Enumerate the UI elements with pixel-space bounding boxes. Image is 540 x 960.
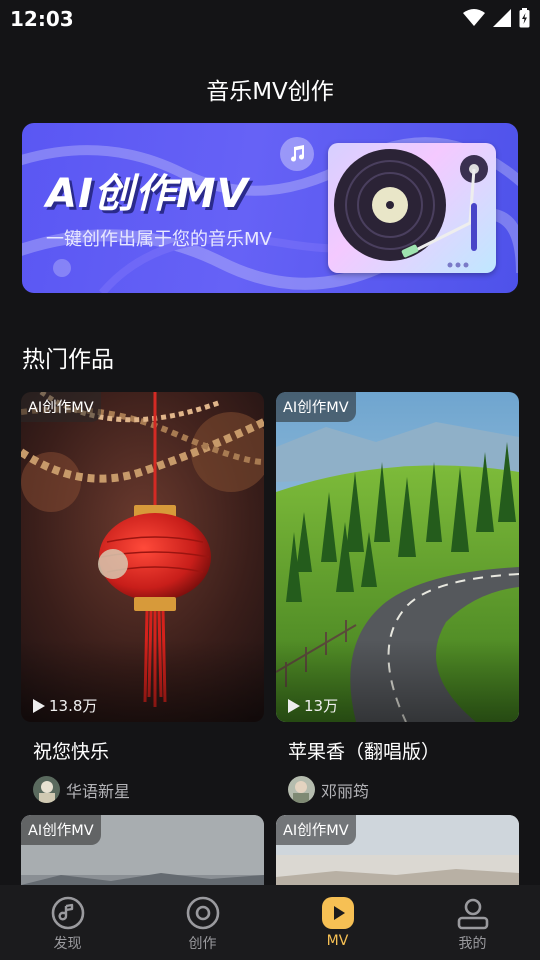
tab-mine[interactable]: 我的	[405, 885, 540, 960]
video-author[interactable]: 邓丽筠	[288, 776, 369, 803]
banner-title: AI创作MV	[46, 171, 249, 217]
video-card[interactable]: AI创作MV 13万 苹果香（翻唱版） 邓丽筠	[276, 392, 519, 812]
author-name: 华语新星	[66, 781, 131, 801]
signal-icon	[493, 9, 511, 27]
tab-mv[interactable]: MV	[270, 885, 405, 960]
section-title: 热门作品	[22, 347, 114, 373]
wifi-icon	[463, 9, 485, 26]
ai-mv-badge: AI创作MV	[21, 815, 101, 845]
countryside-road-thumbnail-image	[276, 392, 519, 722]
status-time: 12:03	[10, 7, 74, 31]
video-thumbnail[interactable]: AI创作MV	[276, 815, 519, 885]
play-count: 13.8万	[33, 695, 97, 716]
play-count-value: 13.8万	[49, 697, 98, 715]
ai-mv-badge: AI创作MV	[276, 815, 356, 845]
tab-label: 创作	[188, 936, 217, 952]
play-icon	[320, 895, 356, 931]
battery-icon	[519, 8, 530, 28]
author-name: 邓丽筠	[321, 781, 370, 801]
status-icons	[463, 8, 530, 28]
tab-label: MV	[326, 933, 349, 949]
video-card[interactable]: AI创作MV 13.8万 祝您快乐 华语新星	[21, 392, 264, 812]
turntable-illustration	[328, 143, 496, 273]
music-note-icon	[50, 895, 86, 931]
banner-subtitle: 一键创作出属于您的音乐MV	[46, 229, 272, 250]
tab-create[interactable]: 创作	[135, 885, 270, 960]
video-thumbnail[interactable]: AI创作MV 13万	[276, 392, 519, 722]
video-card[interactable]: AI创作MV	[21, 815, 264, 885]
tab-discover[interactable]: 发现	[0, 885, 135, 960]
ai-mv-banner[interactable]: AI创作MV 一键创作出属于您的音乐MV	[22, 123, 518, 293]
video-title[interactable]: 苹果香（翻唱版）	[288, 737, 440, 764]
video-thumbnail[interactable]: AI创作MV	[21, 815, 264, 885]
ai-mv-badge: AI创作MV	[276, 392, 356, 422]
video-thumbnail[interactable]: AI创作MV 13.8万	[21, 392, 264, 722]
lantern-thumbnail-image	[21, 392, 264, 722]
play-count-value: 13万	[304, 697, 339, 715]
ai-mv-badge: AI创作MV	[21, 392, 101, 422]
tab-label: 发现	[53, 936, 82, 952]
video-title[interactable]: 祝您快乐	[33, 737, 109, 764]
video-card[interactable]: AI创作MV	[276, 815, 519, 885]
play-icon	[33, 698, 45, 713]
disc-icon	[185, 895, 221, 931]
video-author[interactable]: 华语新星	[33, 776, 130, 803]
tab-label: 我的	[458, 936, 487, 952]
page-title: 音乐MV创作	[206, 79, 334, 105]
play-icon	[288, 698, 300, 713]
status-bar: 12:03	[0, 0, 540, 36]
person-icon	[455, 895, 491, 931]
avatar	[33, 776, 60, 803]
play-count: 13万	[288, 695, 338, 716]
bottom-tab-bar: 发现 创作 MV 我的	[0, 885, 540, 960]
avatar	[288, 776, 315, 803]
music-note-badge-icon	[280, 137, 314, 171]
vinyl-record-icon	[334, 149, 488, 268]
